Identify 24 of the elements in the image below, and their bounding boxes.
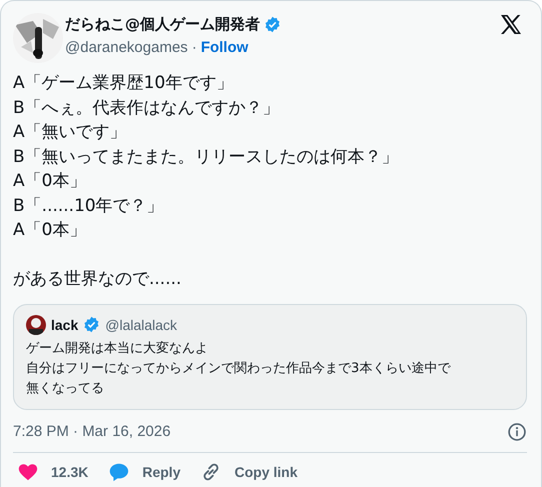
quoted-text-line: 自分はフリーになってからメインで関わった作品今まで3本くらい途中で (26, 360, 452, 378)
tweet-text-line: A「無いです」 (13, 121, 128, 144)
quoted-text-line: ゲーム開発は本当に大変なんよ (26, 340, 209, 358)
quoted-tweet[interactable]: lack @lalalalack ゲーム開発は本当に大変なんよ 自分はフリーになってからメインで関わった作品今まで3本くらい途中で 無くなってる (13, 304, 527, 410)
tweet-text-line: B「へぇ。代表作はなんですか？」 (13, 96, 281, 120)
copy-link-button[interactable]: Copy link (200, 460, 298, 482)
quoted-author-handle: @lalalalack (105, 316, 178, 332)
tweet-text-line: A「0本」 (13, 170, 88, 193)
tweet-text-line: A「ゲーム業界歴10年です」 (13, 72, 234, 95)
tweet-text-line: がある世界なので...... (13, 268, 182, 291)
separator-dot: · (192, 39, 197, 56)
author-handle[interactable]: @daranekogames (65, 39, 188, 56)
tweet-text-line: A「0本」 (13, 219, 88, 242)
reply-button[interactable]: Reply (108, 460, 180, 482)
follow-link[interactable]: Follow (200, 39, 248, 56)
tweet-text-line: B「無いってまたまた。リリースしたのは何本？」 (13, 146, 400, 168)
x-logo-icon[interactable] (499, 13, 523, 37)
timestamp[interactable]: 7:28 PM · Mar 16, 2026 (13, 423, 171, 440)
author-name: だらねこ@個人ゲーム開発者 (65, 15, 260, 34)
quoted-text-line: 無くなってる (26, 380, 105, 398)
like-button[interactable]: 12.3K (17, 460, 88, 482)
info-icon[interactable] (507, 422, 527, 442)
quoted-author-name: lack (51, 316, 78, 332)
tweet-text-line: B「......10年で？」 (13, 194, 165, 218)
